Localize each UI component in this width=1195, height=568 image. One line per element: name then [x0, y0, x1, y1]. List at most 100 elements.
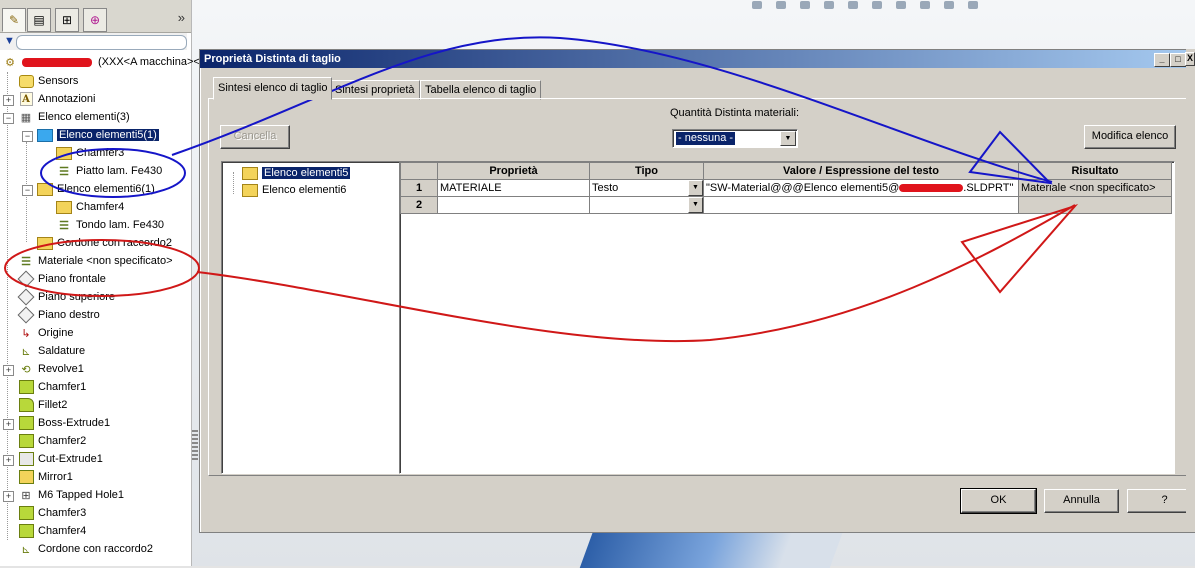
configuration-manager-tab[interactable]: ⊞: [55, 8, 79, 32]
row-number[interactable]: 1: [400, 179, 438, 197]
tab-cut-list-table[interactable]: Tabella elenco di taglio: [420, 80, 542, 100]
tree-item-cut-list[interactable]: ▦ Elenco elementi(3): [18, 108, 130, 126]
value-cell[interactable]: "SW-Material@@@Elenco elementi5@ .SLDPRT": [703, 179, 1019, 197]
tree-item-tapped-hole[interactable]: ⊞ M6 Tapped Hole1: [18, 486, 124, 504]
tree-item-chamfer2[interactable]: Chamfer2: [18, 432, 86, 450]
tree-item-chamfer3-sub[interactable]: Chamfer3: [56, 144, 124, 162]
appearance-icon[interactable]: [920, 1, 930, 9]
tree-item-material[interactable]: ☰ Materiale <non specificato>: [18, 252, 172, 270]
property-list-icon: ☰: [59, 165, 69, 178]
tree-item-revolve1[interactable]: ⟲ Revolve1: [18, 360, 83, 378]
dimxpert-tab[interactable]: ⊕: [83, 8, 107, 32]
tab-property-summary[interactable]: Sintesi proprietà: [330, 80, 420, 100]
tree-item-sensors[interactable]: Sensors: [18, 72, 78, 90]
view-settings-icon[interactable]: [968, 1, 978, 9]
tree-item-weld-bead[interactable]: Cordone con raccordo2: [37, 234, 172, 252]
tree-item-chamfer1[interactable]: Chamfer1: [18, 378, 86, 396]
tree-item-cut-list-item5[interactable]: Elenco elementi5(1): [37, 126, 159, 144]
feature-tree-icon: ✎: [8, 13, 20, 27]
folder-list-item[interactable]: Elenco elementi5: [242, 164, 351, 182]
value-cell[interactable]: [703, 196, 1019, 214]
chevron-down-icon[interactable]: ▼: [688, 197, 703, 213]
tree-item-label: Chamfer2: [38, 435, 87, 447]
tree-item-annotations[interactable]: A Annotazioni: [18, 90, 96, 108]
expand-toggle[interactable]: +: [3, 491, 14, 502]
fillet-icon: [18, 398, 34, 412]
display-style-icon[interactable]: [872, 1, 882, 9]
tree-item-label: Chamfer3: [76, 147, 125, 159]
configuration-icon: ⊞: [61, 13, 73, 27]
section-view-icon[interactable]: [824, 1, 834, 9]
property-cell[interactable]: [437, 196, 590, 214]
minimize-button[interactable]: _: [1154, 53, 1170, 67]
help-button[interactable]: ?: [1127, 489, 1195, 513]
tree-root-label: (XXX<A macchina><: [98, 56, 200, 68]
tree-line: [7, 72, 8, 540]
quantity-select[interactable]: - nessuna - ▼: [672, 129, 798, 148]
dialog-title: Proprietà Distinta di taglio: [200, 50, 1195, 68]
hide-show-icon[interactable]: [896, 1, 906, 9]
feature-manager-panel: ✎ ▤ ⊞ ⊕ » ▼ ⚙ (XXX<A macchina>< Sensors …: [0, 0, 200, 566]
expand-toggle[interactable]: +: [3, 455, 14, 466]
chamfer-icon: [18, 434, 34, 448]
chevron-down-icon[interactable]: ▼: [780, 131, 796, 146]
maximize-button[interactable]: □: [1170, 53, 1186, 67]
collapse-toggle[interactable]: −: [22, 131, 33, 142]
expand-panel-icon[interactable]: »: [178, 10, 185, 25]
tree-root[interactable]: ⚙ (XXX<A macchina><: [2, 53, 200, 71]
expand-toggle[interactable]: +: [3, 95, 14, 106]
tree-item-mirror1[interactable]: Mirror1: [18, 468, 73, 486]
tree-item-weldments[interactable]: ⊾ Saldature: [18, 342, 85, 360]
cancel-dialog-button[interactable]: Annulla: [1044, 489, 1119, 513]
folder-list-item[interactable]: Elenco elementi6: [242, 181, 346, 199]
chevron-down-icon[interactable]: ▼: [688, 180, 703, 196]
delete-button[interactable]: Cancella: [220, 125, 290, 149]
zoom-icon[interactable]: [752, 1, 762, 9]
tree-item-right-plane[interactable]: Piano destro: [17, 306, 100, 324]
property-cell[interactable]: MATERIALE: [437, 179, 590, 197]
tree-item-chamfer4[interactable]: Chamfer4: [18, 522, 86, 540]
feature-tree-tab[interactable]: ✎: [2, 8, 26, 32]
property-manager-tab[interactable]: ▤: [27, 8, 51, 32]
row-number[interactable]: 2: [400, 196, 438, 214]
close-button[interactable]: X: [1185, 52, 1195, 66]
filter-input[interactable]: [16, 35, 187, 50]
column-header-type[interactable]: Tipo: [589, 162, 704, 180]
folder-icon: [56, 146, 72, 160]
collapse-toggle[interactable]: −: [3, 113, 14, 124]
tree-item-front-plane[interactable]: Piano frontale: [17, 270, 106, 288]
tree-item-top-plane[interactable]: Piano superiore: [17, 288, 115, 306]
view-orientation-icon[interactable]: [848, 1, 858, 9]
zoom-area-icon[interactable]: [776, 1, 786, 9]
tree-item-boss-extrude1[interactable]: Boss-Extrude1: [18, 414, 110, 432]
tab-cut-list-summary[interactable]: Sintesi elenco di taglio: [213, 77, 333, 100]
redacted-part-name: [22, 57, 92, 67]
rotate-icon[interactable]: [800, 1, 810, 9]
scene-icon[interactable]: [944, 1, 954, 9]
tree-item-tondo[interactable]: ☰ Tondo lam. Fe430: [56, 216, 164, 234]
tree-item-chamfer4-sub[interactable]: Chamfer4: [56, 198, 124, 216]
tree-item-fillet2[interactable]: Fillet2: [18, 396, 67, 414]
table-row: 2 ▼: [400, 196, 1172, 214]
column-header-value[interactable]: Valore / Espressione del testo: [703, 162, 1019, 180]
tree-item-piatto[interactable]: ☰ Piatto lam. Fe430: [56, 162, 162, 180]
expand-toggle[interactable]: +: [3, 365, 14, 376]
plane-icon: [17, 306, 35, 324]
expand-toggle[interactable]: +: [3, 419, 14, 430]
column-header-property[interactable]: Proprietà: [437, 162, 590, 180]
tree-item-chamfer3[interactable]: Chamfer3: [18, 504, 86, 522]
material-icon: ☰: [21, 255, 31, 268]
panel-resize-handle[interactable]: [192, 430, 198, 460]
ok-button[interactable]: OK: [960, 488, 1037, 514]
property-grid: Proprietà Tipo Valore / Espressione del …: [399, 161, 1175, 474]
tree-item-origin[interactable]: ↳ Origine: [18, 324, 73, 342]
tree-item-cut-list-item6[interactable]: Elenco elementi6(1): [37, 180, 155, 198]
collapse-toggle[interactable]: −: [22, 185, 33, 196]
tree-item-cut-extrude1[interactable]: Cut-Extrude1: [18, 450, 103, 468]
type-cell[interactable]: Testo ▼: [589, 179, 704, 197]
grid-header-row: Proprietà Tipo Valore / Espressione del …: [400, 162, 1172, 180]
tree-item-weld-bead2[interactable]: ⊾ Cordone con raccordo2: [18, 540, 153, 558]
column-header-result[interactable]: Risultato: [1018, 162, 1172, 180]
type-cell[interactable]: ▼: [589, 196, 704, 214]
modify-list-button[interactable]: Modifica elenco: [1084, 125, 1176, 149]
